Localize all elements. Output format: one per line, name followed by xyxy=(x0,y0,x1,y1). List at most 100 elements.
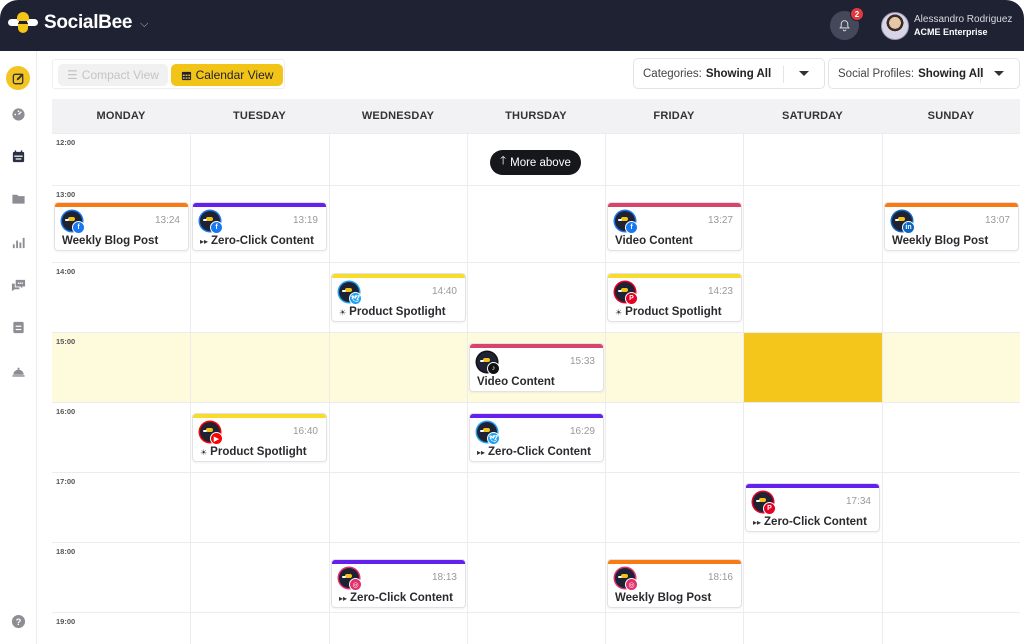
post-card[interactable]: f 13:24 Weekly Blog Post xyxy=(54,202,189,251)
compact-view-button[interactable]: ☰ Compact View xyxy=(58,64,168,86)
post-card[interactable]: P 17:34 ▸▸ Zero-Click Content xyxy=(745,483,880,532)
divider xyxy=(783,66,784,83)
brand-name: SocialBee xyxy=(44,12,133,33)
post-time: 14:40 xyxy=(431,286,457,297)
post-card[interactable]: ◎ 18:13 ▸▸ Zero-Click Content xyxy=(331,559,466,608)
calendar-view-label: Calendar View xyxy=(195,68,274,82)
column-divider xyxy=(882,133,883,644)
calendar-icon xyxy=(12,149,24,162)
post-card[interactable]: ◎ 18:16 Weekly Blog Post xyxy=(607,559,742,608)
bar-chart-icon xyxy=(12,237,25,248)
bell-service-icon xyxy=(11,367,25,377)
svg-text:?: ? xyxy=(15,616,21,626)
post-card[interactable]: 🕊 16:29 ▸▸ Zero-Click Content xyxy=(469,413,604,462)
caret-down-icon xyxy=(799,71,809,76)
sidebar-item-dashboard[interactable] xyxy=(6,102,30,126)
column-divider xyxy=(605,133,606,644)
more-above-label: More above xyxy=(510,156,571,169)
sidebar-item-calendar[interactable] xyxy=(6,144,30,168)
caret-down-icon xyxy=(994,71,1004,76)
post-card[interactable]: in 13:07 Weekly Blog Post xyxy=(884,202,1019,251)
category-color-bar xyxy=(470,414,603,418)
sidebar-item-compose[interactable] xyxy=(6,66,30,90)
sidebar-item-help[interactable]: ? xyxy=(6,609,30,633)
week-calendar: 🡑 More above MONDAY TUESDAY WEDNESDAY THURS… xyxy=(52,99,1020,644)
fast-forward-icon: ▸▸ xyxy=(477,448,486,457)
column-divider xyxy=(329,133,330,644)
view-switcher: ☰ Compact View Calendar View xyxy=(52,59,285,89)
social-profiles-filter-dropdown[interactable]: Social Profiles: Showing All xyxy=(828,58,1020,89)
category-color-bar xyxy=(332,274,465,278)
post-card[interactable]: f 13:27 Video Content xyxy=(607,202,742,251)
day-header-tuesday: TUESDAY xyxy=(190,99,329,133)
hour-row-divider xyxy=(52,472,1020,473)
folder-icon xyxy=(11,194,25,204)
app-window: SocialBee ⌵ 2 Alessandro Rodriguez ACME … xyxy=(0,0,1024,644)
category-color-bar xyxy=(193,414,326,418)
post-card[interactable]: P 14:23 ☀ Product Spotlight xyxy=(607,273,742,322)
post-card[interactable]: f 13:19 ▸▸ Zero-Click Content xyxy=(192,202,327,251)
time-label: 15:00 xyxy=(56,337,76,346)
divider xyxy=(980,66,981,83)
sidebar: ? xyxy=(0,51,37,644)
social-profiles-filter-label: Social Profiles: xyxy=(838,67,915,80)
user-organization: ACME Enterprise xyxy=(914,27,988,37)
category-color-bar xyxy=(470,344,603,348)
pinterest-icon: P xyxy=(625,292,638,305)
user-avatar[interactable] xyxy=(881,12,909,40)
brand-switcher[interactable]: SocialBee ⌵ xyxy=(8,11,148,35)
post-title: Weekly Blog Post xyxy=(62,235,159,247)
more-above-button[interactable]: 🡑 More above xyxy=(490,150,581,175)
categories-filter-value: Showing All xyxy=(705,67,772,80)
calendar-view-button[interactable]: Calendar View xyxy=(171,64,283,86)
sun-icon: ☀ xyxy=(339,308,347,317)
sidebar-item-analytics[interactable] xyxy=(6,230,30,254)
youtube-icon: ▶ xyxy=(210,432,223,445)
post-title: Video Content xyxy=(615,235,693,247)
post-time: 15:33 xyxy=(569,356,595,367)
categories-filter-label: Categories: xyxy=(643,67,702,80)
post-card[interactable]: 🕊 14:40 ☀ Product Spotlight xyxy=(331,273,466,322)
time-label: 17:00 xyxy=(56,477,76,486)
facebook-icon: f xyxy=(625,221,638,234)
sidebar-item-engage[interactable] xyxy=(6,273,30,297)
post-title: Weekly Blog Post xyxy=(892,235,989,247)
sidebar-item-concierge[interactable] xyxy=(6,359,30,383)
sidebar-item-profiles[interactable] xyxy=(6,315,30,339)
day-header-wednesday: WEDNESDAY xyxy=(329,99,467,133)
day-header-thursday: THURSDAY xyxy=(467,99,605,133)
edit-icon xyxy=(12,72,24,84)
facebook-icon: f xyxy=(210,221,223,234)
time-label: 16:00 xyxy=(56,407,76,416)
socialbee-logo-icon xyxy=(8,11,38,35)
post-title: Weekly Blog Post xyxy=(615,592,712,604)
post-title: ▸▸ Zero-Click Content xyxy=(200,235,314,247)
post-time: 13:19 xyxy=(292,215,318,226)
category-color-bar xyxy=(608,560,741,564)
twitter-icon: 🕊 xyxy=(349,292,362,305)
current-slot-highlight[interactable] xyxy=(744,332,882,402)
instagram-icon: ◎ xyxy=(625,578,638,591)
instagram-icon: ◎ xyxy=(349,578,362,591)
category-color-bar xyxy=(608,274,741,278)
post-card[interactable]: ▶ 16:40 ☀ Product Spotlight xyxy=(192,413,327,462)
post-title: ☀ Product Spotlight xyxy=(200,446,307,458)
fast-forward-icon: ▸▸ xyxy=(200,237,209,246)
social-profiles-filter-value: Showing All xyxy=(918,67,984,80)
column-divider xyxy=(467,133,468,644)
id-card-icon xyxy=(12,321,24,333)
post-title: ▸▸ Zero-Click Content xyxy=(477,446,591,458)
day-header-sunday: SUNDAY xyxy=(882,99,1020,133)
pinterest-icon: P xyxy=(763,502,776,515)
post-card[interactable]: ♪ 15:33 Video Content xyxy=(469,343,604,392)
category-color-bar xyxy=(746,484,879,488)
post-time: 17:34 xyxy=(845,496,871,507)
hour-row-divider xyxy=(52,612,1020,613)
hour-row-divider xyxy=(52,402,1020,403)
facebook-icon: f xyxy=(72,221,85,234)
categories-filter-dropdown[interactable]: Categories: Showing All xyxy=(633,58,825,89)
user-menu[interactable]: Alessandro Rodriguez ACME Enterprise xyxy=(914,14,1012,38)
sidebar-item-content[interactable] xyxy=(6,186,30,210)
post-time: 16:40 xyxy=(292,426,318,437)
gauge-icon xyxy=(11,107,25,121)
